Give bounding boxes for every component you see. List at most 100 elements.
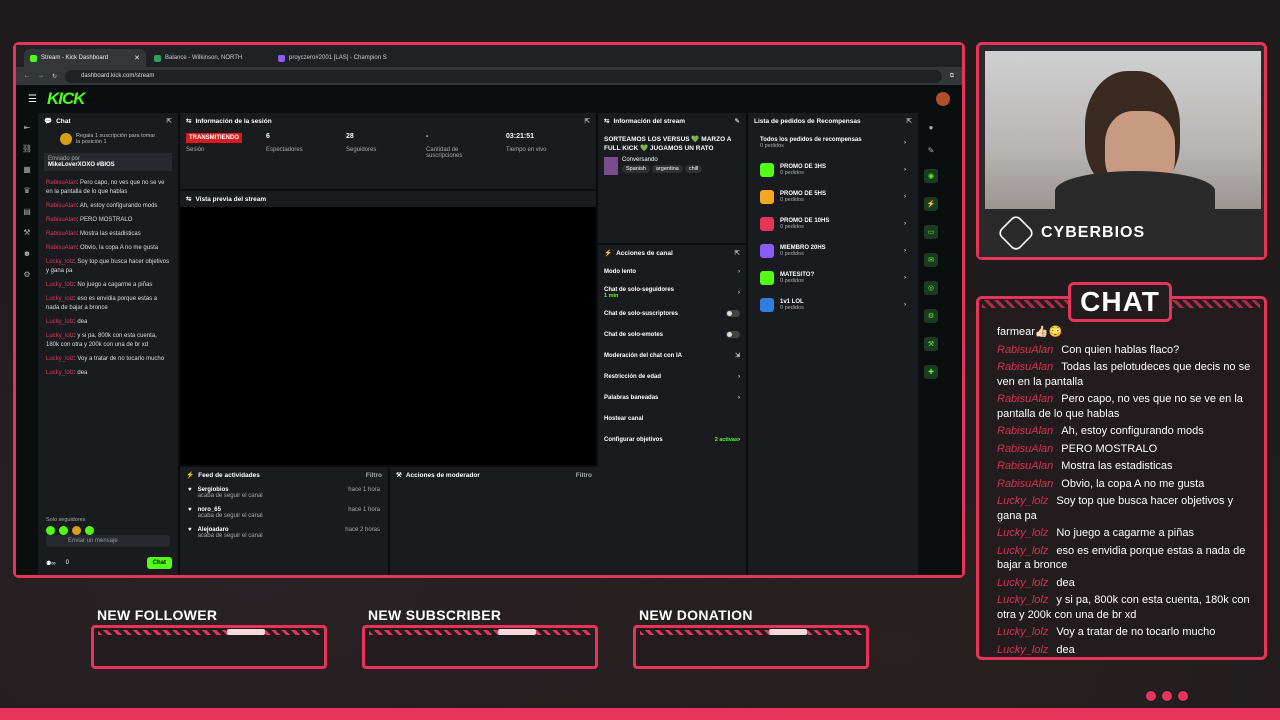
- channel-action-text: Restricción de edad: [604, 374, 661, 380]
- toggle-switch[interactable]: [726, 331, 740, 338]
- avatar[interactable]: [936, 92, 950, 106]
- channel-action[interactable]: Hostear canal: [598, 408, 746, 429]
- chat-username[interactable]: Lucky_lolz: [46, 319, 74, 325]
- feed-item[interactable]: ♥ noro_65 acaba de seguir el canal hace 1 h…: [180, 503, 388, 523]
- browser-tab-balance[interactable]: Balance - Wilkinson, NORTH: [148, 49, 270, 67]
- popout-icon[interactable]: ⇱: [907, 117, 912, 125]
- reward-row[interactable]: MATESITO? 0 pedidos ›: [748, 264, 918, 291]
- overlay-chat-text: PERO MOSTRALO: [1061, 442, 1158, 455]
- chat-username[interactable]: RabisuAlan: [46, 217, 77, 223]
- forward-icon[interactable]: →: [38, 73, 44, 79]
- collapse-icon[interactable]: ⇤: [24, 123, 31, 132]
- gift-banner[interactable]: Regala 1 suscripción para tomar la posic…: [38, 129, 178, 149]
- reload-icon[interactable]: ↻: [52, 73, 57, 80]
- popout-icon[interactable]: ⇱: [167, 117, 172, 125]
- chat-username[interactable]: Lucky_lolz: [46, 370, 74, 376]
- filter-button[interactable]: Filtro: [366, 472, 382, 479]
- channel-action-label: Moderación del chat con IA: [604, 352, 683, 359]
- feed-item[interactable]: ♥ Alejoadaro acaba de seguir el canal hace …: [180, 523, 388, 543]
- popout-icon[interactable]: ⇱: [585, 117, 590, 125]
- channel-action[interactable]: Modo lento ›: [598, 261, 746, 282]
- back-icon[interactable]: ←: [24, 73, 30, 79]
- emote-icon[interactable]: [72, 526, 81, 535]
- close-icon[interactable]: ✕: [134, 54, 140, 62]
- wrench-icon[interactable]: ⚒: [924, 337, 938, 351]
- heart-icon: ♥: [188, 527, 192, 533]
- reward-row[interactable]: MIEMBRO 20HS 0 pedidos ›: [748, 237, 918, 264]
- browser-tab-champion[interactable]: proyczero#2001 [LAS] - Champion S: [272, 49, 394, 67]
- emote-icon[interactable]: [85, 526, 94, 535]
- all-rewards-row[interactable]: Todos los pedidos de recompensas 0 pedido…: [748, 129, 918, 156]
- chat-bubble-icon[interactable]: ✉: [924, 253, 938, 267]
- chat-username[interactable]: RabisuAlan: [46, 231, 77, 237]
- trophy-icon[interactable]: ♛: [23, 186, 30, 195]
- channel-action[interactable]: Moderación del chat con IA ⇲: [598, 345, 746, 366]
- tag[interactable]: argentina: [651, 165, 683, 173]
- filter-button[interactable]: Filtro: [576, 472, 592, 479]
- chat-username[interactable]: Lucky_lolz: [46, 333, 74, 339]
- users-icon[interactable]: ⚉∞: [46, 560, 56, 567]
- channel-action[interactable]: Chat de solo-seguidores 1 min ›: [598, 282, 746, 303]
- chat-message: RabisuAlan: Pero capo, no ves que no se …: [46, 179, 170, 197]
- feed-item-time: hace 1 hora: [348, 507, 380, 513]
- chat-username[interactable]: Lucky_lolz: [46, 356, 74, 362]
- chat-username[interactable]: RabisuAlan: [46, 203, 77, 209]
- pinned-message[interactable]: Enviado por MikeLoverXOXO #BIOS: [44, 153, 172, 171]
- url-field[interactable]: dashboard.kick.com/stream: [65, 69, 942, 83]
- chart-icon[interactable]: ▦: [23, 165, 31, 174]
- broadcast-icon[interactable]: ◎: [924, 281, 938, 295]
- chat-username[interactable]: Lucky_lolz: [46, 282, 74, 288]
- browser-address-bar: ← → ↻ dashboard.kick.com/stream ⧉: [16, 67, 962, 85]
- tag[interactable]: chill: [684, 165, 703, 173]
- channel-action[interactable]: Chat de solo-emotes: [598, 324, 746, 345]
- emote-icon[interactable]: [59, 526, 68, 535]
- feed-item[interactable]: ♥ Sergiobios acaba de seguir el canal hace …: [180, 483, 388, 503]
- overlay-chat-message: Lucky_lolz No juego a cagarme a piñas: [997, 526, 1257, 541]
- circle-icon[interactable]: ●: [929, 123, 934, 132]
- edit-icon[interactable]: ✎: [735, 117, 740, 125]
- message-input[interactable]: Enviar un mensaje: [46, 535, 170, 547]
- reward-count: 0 pedidos: [780, 196, 804, 203]
- overlay-chat-text: No juego a cagarme a piñas: [1056, 527, 1194, 539]
- channel-action[interactable]: Palabras baneadas ›: [598, 387, 746, 408]
- reward-row[interactable]: PROMO DE 10HS 0 pedidos ›: [748, 210, 918, 237]
- wrench-icon[interactable]: ⚒: [23, 228, 30, 237]
- channel-action-label: Palabras baneadas: [604, 394, 659, 401]
- settings-icon[interactable]: ⚙: [924, 309, 938, 323]
- plugin-icon[interactable]: ✚: [924, 365, 938, 379]
- chat-username[interactable]: RabisuAlan: [46, 180, 77, 186]
- menu-icon[interactable]: ☰: [28, 94, 37, 105]
- users-icon[interactable]: ☻: [23, 249, 31, 258]
- channel-action[interactable]: Chat de solo-suscriptores: [598, 303, 746, 324]
- bolt-icon[interactable]: ⚡: [924, 197, 938, 211]
- reward-icon: [760, 243, 774, 258]
- popout-icon[interactable]: ⇱: [735, 249, 740, 257]
- emote-icon[interactable]: [46, 526, 55, 535]
- chat-message: Lucky_lolz: Voy a tratar de no tocarlo m…: [46, 355, 170, 364]
- chat-text: Mostra las estadisticas: [80, 231, 141, 237]
- channel-action-extra: 1 min: [604, 292, 619, 299]
- tag[interactable]: Spanish: [622, 165, 650, 173]
- link-icon[interactable]: ⛓: [22, 144, 32, 153]
- chat-username[interactable]: Lucky_lolz: [46, 259, 74, 265]
- toggle-switch[interactable]: [726, 310, 740, 317]
- tool-icon[interactable]: ⚙: [23, 270, 30, 279]
- stat-time: 03:21:51 Tiempo en vivo: [506, 133, 547, 153]
- reward-row[interactable]: PROMO DE 3HS 0 pedidos ›: [748, 156, 918, 183]
- kick-logo[interactable]: KICK: [47, 89, 86, 109]
- channel-action-text: Modo lento: [604, 269, 636, 275]
- chat-username[interactable]: RabisuAlan: [46, 245, 77, 251]
- pen-icon[interactable]: ✎: [928, 146, 935, 155]
- channel-action[interactable]: Configurar objetivos 2 activas ›: [598, 429, 746, 450]
- send-chat-button[interactable]: Chat: [146, 557, 172, 569]
- browser-tab-kick[interactable]: Stream - Kick Dashboard ✕: [24, 49, 146, 67]
- channel-action[interactable]: Restricción de edad ›: [598, 366, 746, 387]
- chat-username[interactable]: Lucky_lolz: [46, 296, 74, 302]
- webcam-frame: CYBERBIOS: [976, 42, 1267, 260]
- extensions-icon[interactable]: ⧉: [950, 73, 954, 80]
- reward-row[interactable]: 1v1 LOL 0 pedidos ›: [748, 291, 918, 318]
- window-icon[interactable]: ▭: [924, 225, 938, 239]
- camera-icon[interactable]: ◉: [924, 169, 938, 183]
- reward-row[interactable]: PROMO DE 5HS 0 pedidos ›: [748, 183, 918, 210]
- grid-icon[interactable]: ▤: [23, 207, 31, 216]
